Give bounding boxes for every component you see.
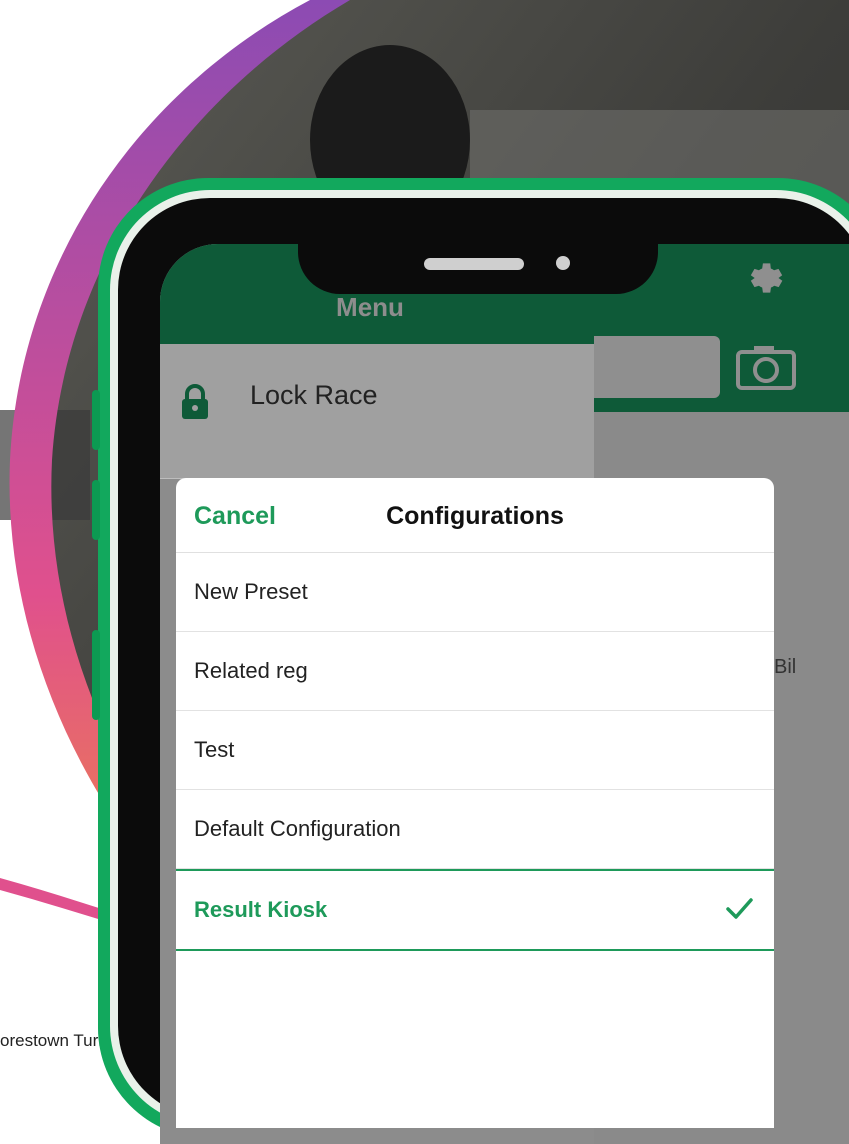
option-label: Test [194, 737, 235, 762]
camera-icon[interactable] [736, 342, 796, 390]
gear-icon[interactable] [740, 256, 784, 300]
background-text: Bil [774, 656, 797, 678]
option-label: Default Configuration [194, 816, 401, 841]
phone-side-button [92, 630, 100, 720]
menu-title: Menu [336, 292, 404, 322]
menu-item-label: Lock Race [250, 380, 378, 410]
lock-icon [182, 384, 208, 419]
phone-side-button [92, 480, 100, 540]
config-option-test[interactable]: Test [176, 711, 774, 790]
option-label: New Preset [194, 579, 308, 604]
configurations-sheet: Configurations Cancel New Preset Related… [176, 478, 774, 1128]
checkmark-icon [726, 898, 753, 919]
config-option-result-kiosk[interactable]: Result Kiosk [176, 869, 774, 951]
config-option-related-reg[interactable]: Related reg [176, 632, 774, 711]
option-label: Related reg [194, 658, 308, 683]
sheet-header: Configurations Cancel [176, 478, 774, 553]
config-option-new-preset[interactable]: New Preset [176, 553, 774, 632]
phone-notch [298, 208, 658, 294]
menu-item-lock-race[interactable]: Lock Race [160, 344, 594, 479]
cancel-button[interactable]: Cancel [194, 502, 276, 531]
phone-speaker [424, 258, 524, 270]
phone-side-button [92, 390, 100, 450]
config-option-default-configuration[interactable]: Default Configuration [176, 790, 774, 869]
option-label: Result Kiosk [194, 897, 328, 922]
phone-camera [556, 256, 570, 270]
